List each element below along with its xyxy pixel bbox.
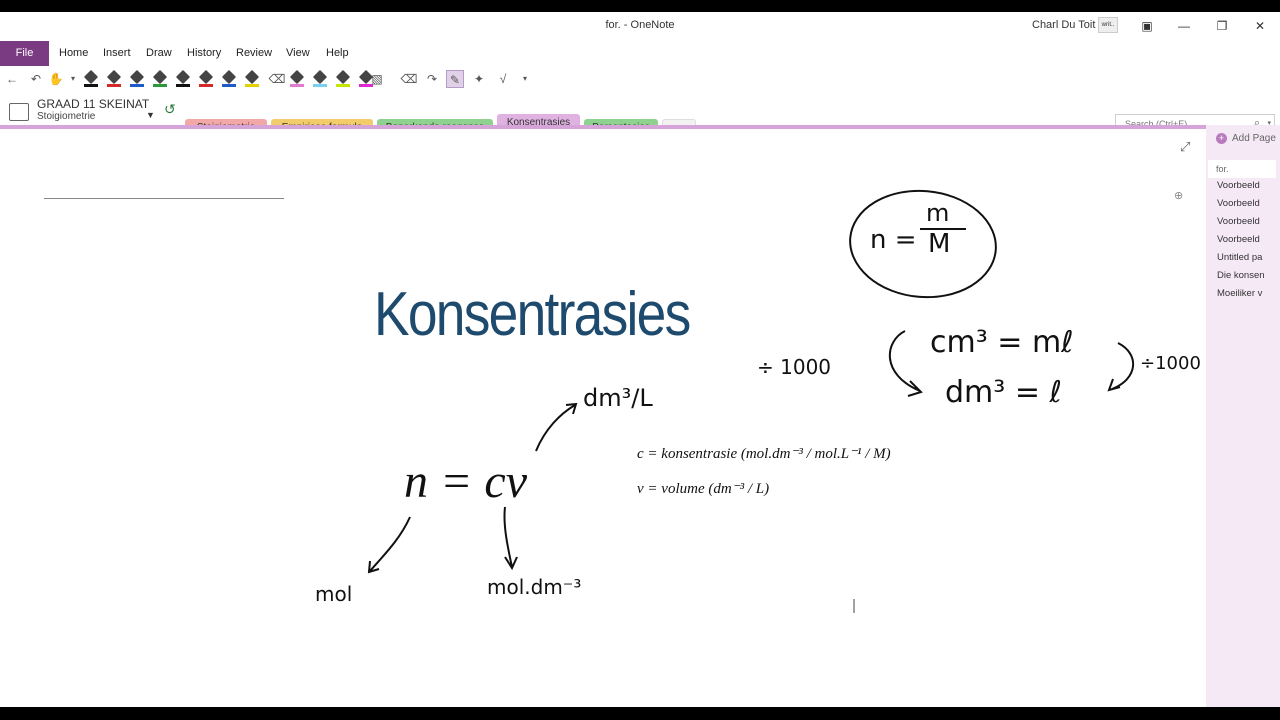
restore-button[interactable]: ❐	[1212, 16, 1232, 36]
eraser-tool-icon[interactable]: ⌫	[400, 70, 418, 88]
menu-bar: File Home Insert Draw History Review Vie…	[0, 40, 1280, 66]
pages-panel: + Add Page for. Voorbeeld Voorbeeld Voorb…	[1206, 125, 1280, 707]
menu-view[interactable]: View	[286, 47, 310, 59]
notebook-icon[interactable]	[9, 103, 29, 121]
page-item-6[interactable]: Die konsen	[1217, 270, 1277, 281]
sync-icon[interactable]: ↺	[164, 101, 176, 118]
chevron-down-icon[interactable]: ▼	[146, 110, 155, 120]
notebook-row: GRAAD 11 SKEINAT Stoigiometrie ▼ ↺ Stoig…	[0, 94, 1280, 138]
back-icon[interactable]: ←	[3, 70, 21, 88]
pen-swatch-9[interactable]	[289, 69, 305, 87]
conversion-left-label: ÷ 1000	[757, 355, 832, 379]
circle-formula-top: m	[926, 199, 950, 227]
page-item-5[interactable]: Untitled pa	[1217, 252, 1277, 263]
page-item-7[interactable]: Moeiliker v	[1217, 288, 1277, 299]
pen-swatch-10[interactable]	[312, 69, 328, 87]
menu-file[interactable]: File	[0, 41, 49, 66]
definition-v: v = volume (dm⁻³ / L)	[637, 481, 770, 497]
plus-icon: +	[1216, 133, 1227, 144]
page-item-2[interactable]: Voorbeeld	[1217, 198, 1277, 209]
pen-swatch-1[interactable]	[83, 69, 99, 87]
avatar[interactable]: writ..	[1098, 17, 1118, 33]
page-item-3[interactable]: Voorbeeld	[1217, 216, 1277, 227]
highlighter-icon[interactable]: ▧	[368, 70, 386, 88]
draw-toolbar: ← ↶ ✋ ▾ ⌫ ▧ ⌫ ↷ ✎ ✦ √ ▾	[0, 68, 1280, 92]
close-button[interactable]: ✕	[1250, 16, 1270, 36]
page-item-4[interactable]: Voorbeeld	[1217, 234, 1277, 245]
pen-swatch-4[interactable]	[152, 69, 168, 87]
title-bar: for. - OneNote Charl Du Toit writ.. ▣ — …	[0, 12, 1280, 40]
unit-n-label: mol	[315, 582, 353, 606]
circle-formula-n: n =	[870, 225, 917, 255]
ink-strokes	[367, 189, 1135, 613]
redo-icon[interactable]: ↷	[423, 70, 441, 88]
type-select-icon[interactable]: ✋	[47, 70, 65, 88]
conversion-row-1: cm³ = mℓ	[930, 325, 1074, 360]
current-page-title[interactable]: for.	[1208, 160, 1276, 178]
pen-swatch-5[interactable]	[175, 69, 191, 87]
onenote-window: for. - OneNote Charl Du Toit writ.. ▣ — …	[0, 12, 1280, 707]
menu-insert[interactable]: Insert	[103, 47, 131, 59]
bottom-letterbox	[0, 707, 1280, 720]
definition-c: c = konsentrasie (mol.dm⁻³ / mol.L⁻¹ / M…	[637, 446, 891, 462]
section-group-name[interactable]: Stoigiometrie	[37, 111, 95, 122]
notebook-name[interactable]: GRAAD 11 SKEINAT	[37, 97, 149, 111]
menu-home[interactable]: Home	[59, 47, 88, 59]
pen-swatch-2[interactable]	[106, 69, 122, 87]
menu-review[interactable]: Review	[236, 47, 272, 59]
main-formula: n = cv	[404, 455, 527, 508]
circle-formula-bottom: M	[928, 229, 951, 259]
unit-v-label: dm³/L	[583, 384, 653, 412]
menu-draw[interactable]: Draw	[146, 47, 172, 59]
pen-swatch-8[interactable]	[244, 69, 260, 87]
pen-swatch-6[interactable]	[198, 69, 214, 87]
eraser-icon[interactable]: ⌫	[268, 70, 286, 88]
add-page-button[interactable]: + Add Page	[1216, 133, 1276, 144]
ribbon-display-icon[interactable]: ▣	[1137, 16, 1157, 36]
pen-swatch-7[interactable]	[221, 69, 237, 87]
pen-swatch-11[interactable]	[335, 69, 351, 87]
page-canvas[interactable]: ⤢ ⊕ Konsentrasies n = m M ÷ 1000 cm³ = m…	[0, 129, 1206, 707]
unit-c-label: mol.dm⁻³	[487, 575, 582, 599]
ink-to-math-icon[interactable]: √	[494, 70, 512, 88]
add-page-label: Add Page	[1232, 133, 1276, 144]
minimize-button[interactable]: —	[1174, 16, 1194, 36]
lasso-select-icon[interactable]: ✎	[446, 70, 464, 88]
customize-toolbar-icon[interactable]: ▾	[516, 70, 534, 88]
undo-icon[interactable]: ↶	[27, 70, 45, 88]
pen-swatch-3[interactable]	[129, 69, 145, 87]
page-item-1[interactable]: Voorbeeld	[1217, 180, 1277, 191]
menu-history[interactable]: History	[187, 47, 221, 59]
user-name[interactable]: Charl Du Toit	[1032, 19, 1095, 31]
chevron-down-icon[interactable]: ▾	[64, 70, 82, 88]
conversion-right-label: ÷1000	[1140, 353, 1201, 374]
conversion-row-2: dm³ = ℓ	[945, 375, 1062, 410]
ink-to-shape-icon[interactable]: ✦	[470, 70, 488, 88]
menu-help[interactable]: Help	[326, 47, 349, 59]
